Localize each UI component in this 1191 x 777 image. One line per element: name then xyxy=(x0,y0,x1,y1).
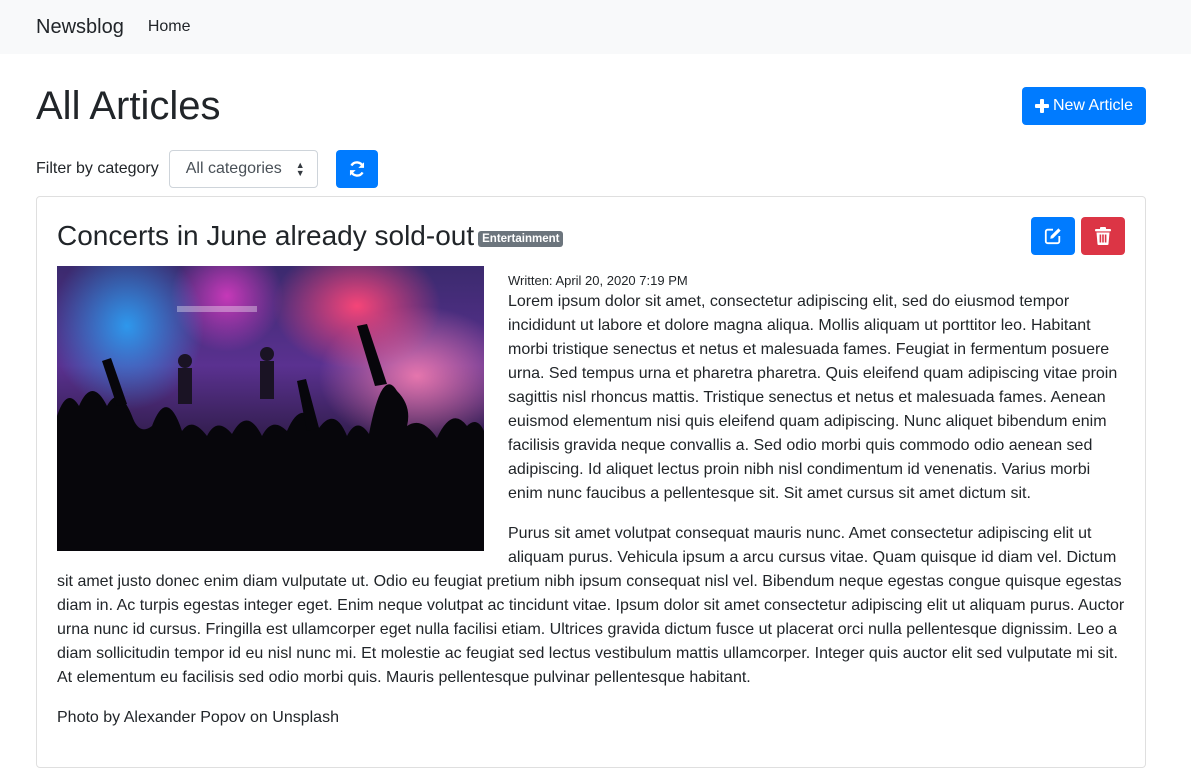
page-header: All Articles New Article xyxy=(36,54,1146,156)
category-select[interactable]: All categories ▲ ▼ xyxy=(168,150,318,188)
page-title: All Articles xyxy=(36,84,221,128)
article-header: Concerts in June already sold-out Entert… xyxy=(57,217,1125,255)
new-article-label: New Article xyxy=(1052,97,1133,114)
filter-bar: Filter by category All categories ▲ ▼ xyxy=(36,150,1146,188)
select-caret-icon: ▲ ▼ xyxy=(295,160,305,178)
edit-icon xyxy=(1044,228,1061,245)
article-image xyxy=(57,266,484,551)
sync-icon xyxy=(349,161,364,177)
main-container: All Articles New Article Filter by categ… xyxy=(0,54,1191,768)
article-card: Concerts in June already sold-out Entert… xyxy=(36,196,1146,768)
trash-icon xyxy=(1095,227,1111,245)
delete-button[interactable] xyxy=(1081,217,1125,255)
photo-credit: Photo by Alexander Popov on Unsplash xyxy=(57,709,339,726)
new-article-button[interactable]: New Article xyxy=(1021,87,1146,125)
navbar: Newsblog Home xyxy=(0,0,1191,54)
edit-button[interactable] xyxy=(1031,217,1075,255)
category-select-value: All categories xyxy=(185,160,282,177)
category-badge: Entertainment xyxy=(478,231,564,247)
plus-icon xyxy=(1034,99,1049,113)
filter-label: Filter by category xyxy=(36,160,159,177)
article-title: Concerts in June already sold-out xyxy=(57,220,475,251)
article-actions xyxy=(1031,217,1125,255)
concert-crowd-silhouette xyxy=(57,306,484,551)
refresh-button[interactable] xyxy=(335,150,378,188)
nav-link-home[interactable]: Home xyxy=(148,18,191,36)
article-title-wrap: Concerts in June already sold-out Entert… xyxy=(57,220,564,252)
navbar-brand[interactable]: Newsblog xyxy=(36,16,124,39)
